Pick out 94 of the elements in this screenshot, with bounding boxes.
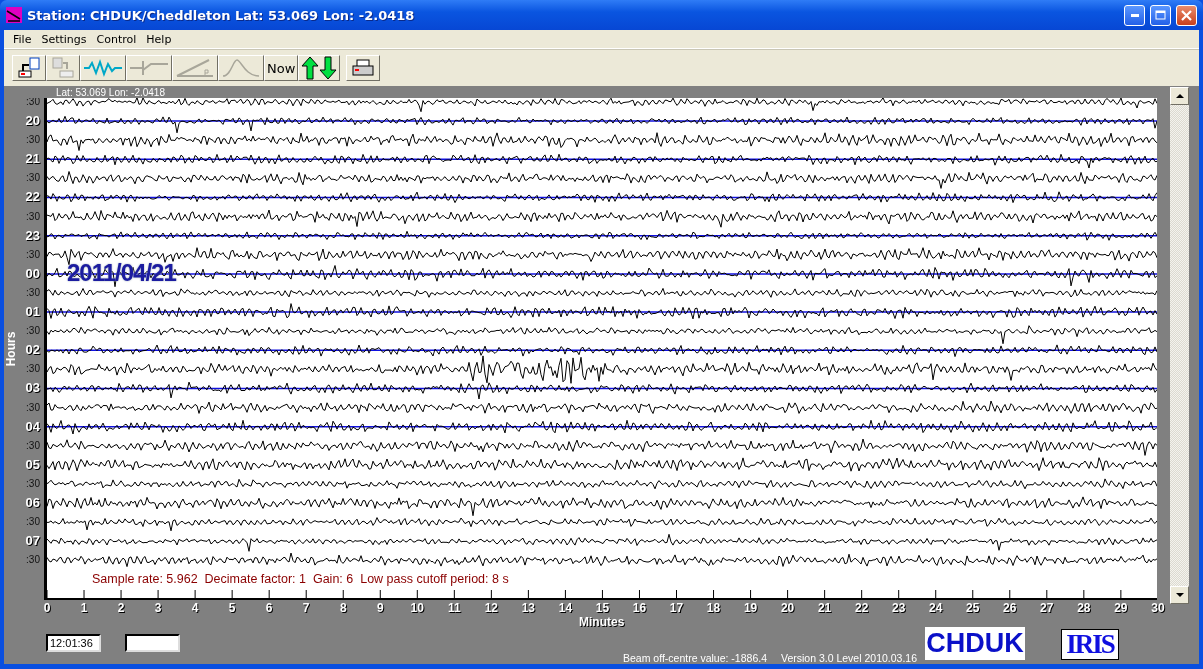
- window-title: Station: CHDUK/Cheddleton Lat: 53.069 Lon: -2.0418: [27, 7, 416, 23]
- row-label: :30: [26, 171, 41, 186]
- tick-label: 22: [855, 601, 869, 615]
- tick-label: 19: [743, 601, 758, 615]
- row-label: 07: [25, 532, 41, 551]
- input-field[interactable]: [125, 634, 180, 652]
- row-label: 06: [25, 493, 41, 512]
- scrollbar[interactable]: [1170, 87, 1189, 604]
- location-text: Lat: 53.069 Lon: -2.0418: [56, 86, 165, 98]
- tick-label: 27: [1040, 601, 1054, 615]
- version-text: Version 3.0 Level 2010.03.16: [781, 652, 917, 664]
- up-triangle-icon: [1175, 94, 1184, 98]
- tick-label: 10: [410, 601, 424, 615]
- row-label: :30: [26, 98, 41, 109]
- row-label: 20: [25, 112, 41, 131]
- row-label: :30: [26, 247, 41, 262]
- up-down-arrows-icon: [301, 56, 338, 80]
- tick-label: 12: [484, 601, 499, 615]
- scroll-up-button[interactable]: [1170, 87, 1189, 105]
- row-label: 02: [25, 341, 41, 360]
- now-button[interactable]: Now: [264, 55, 299, 81]
- row-label: :30: [26, 400, 41, 415]
- tick-label: 11: [448, 601, 461, 615]
- tick-label: 8: [339, 601, 347, 615]
- time-field[interactable]: 12:01:36: [46, 634, 101, 652]
- menu-item[interactable]: Help: [141, 32, 177, 46]
- row-label: 00: [25, 264, 41, 283]
- menu-item[interactable]: File: [8, 32, 37, 46]
- app-icon: [6, 7, 22, 23]
- axis-title: Minutes: [579, 615, 625, 629]
- row-label: 03: [25, 379, 41, 398]
- row-label: :30: [26, 476, 41, 491]
- tick-label: 3: [154, 601, 162, 615]
- scroll-down-button[interactable]: [1170, 586, 1189, 604]
- tick-label: 5: [228, 601, 236, 615]
- row-label: 04: [25, 417, 41, 436]
- close-button[interactable]: [1176, 4, 1197, 26]
- menu-item[interactable]: Control: [91, 32, 142, 46]
- beam-text: Beam off-centre value: -1886.4: [623, 652, 767, 664]
- tick-label: 0: [43, 601, 51, 615]
- menu-item[interactable]: Settings: [36, 32, 92, 46]
- close-icon: [1181, 9, 1192, 21]
- minimize-button[interactable]: [1124, 4, 1145, 26]
- tick-label: 25: [966, 601, 980, 615]
- tick-label: 14: [558, 601, 573, 615]
- maximize-icon: [1155, 10, 1166, 20]
- tick-label: 28: [1077, 601, 1091, 615]
- row-label: :30: [26, 438, 41, 453]
- tick-label: 16: [632, 601, 647, 615]
- tick-label: 2: [117, 601, 125, 615]
- row-label: :30: [26, 324, 41, 339]
- row-label: :30: [26, 133, 41, 148]
- tick-label: 20: [780, 601, 795, 615]
- row-label: 01: [25, 303, 41, 322]
- tick-label: 9: [376, 601, 384, 615]
- tick-label: 17: [669, 601, 684, 615]
- info-text: Sample rate: 5.962 Decimate factor: 1 Gain: 6 Low pass cutoff period: 8 s: [91, 571, 510, 588]
- station-logo: CHDUK: [925, 627, 1025, 660]
- tick-label: 6: [265, 601, 273, 615]
- row-label: :30: [26, 209, 41, 224]
- tick-label: 23: [892, 601, 906, 615]
- row-label: :30: [26, 553, 41, 568]
- axis-title: Hours: [4, 331, 18, 367]
- tick-label: 21: [817, 601, 832, 615]
- row-label: 21: [25, 150, 41, 169]
- tick-label: 7: [302, 601, 310, 615]
- tick-label: 30: [1151, 601, 1165, 615]
- toolbar-button[interactable]: [12, 55, 46, 81]
- tick-label: 13: [521, 601, 536, 615]
- tick-label: 4: [191, 601, 199, 615]
- open-file-icon: [17, 57, 41, 79]
- tick-label: 18: [706, 601, 721, 615]
- row-label: :30: [26, 362, 41, 377]
- tick-label: 15: [595, 601, 610, 615]
- slope-icon: [175, 58, 215, 78]
- printer-icon: [351, 58, 376, 78]
- tick-label: 29: [1114, 601, 1128, 615]
- row-label: 23: [25, 226, 41, 245]
- step-line-icon: [129, 58, 169, 78]
- maximize-button[interactable]: [1150, 4, 1171, 26]
- copy-file-icon: [51, 57, 75, 79]
- peak-curve-icon: [221, 58, 261, 78]
- row-label: 05: [25, 455, 41, 474]
- tick-label: 26: [1003, 601, 1017, 615]
- row-label: 22: [25, 188, 41, 207]
- minimize-icon: [1130, 13, 1139, 17]
- down-triangle-icon: [1175, 593, 1184, 597]
- wave-icon: [83, 58, 123, 78]
- toolbar-button[interactable]: [298, 55, 341, 81]
- tick-label: 1: [80, 601, 88, 615]
- tick-label: 24: [929, 601, 943, 615]
- row-label: :30: [26, 285, 41, 300]
- network-logo: IRIS: [1061, 629, 1119, 660]
- row-label: :30: [26, 515, 41, 530]
